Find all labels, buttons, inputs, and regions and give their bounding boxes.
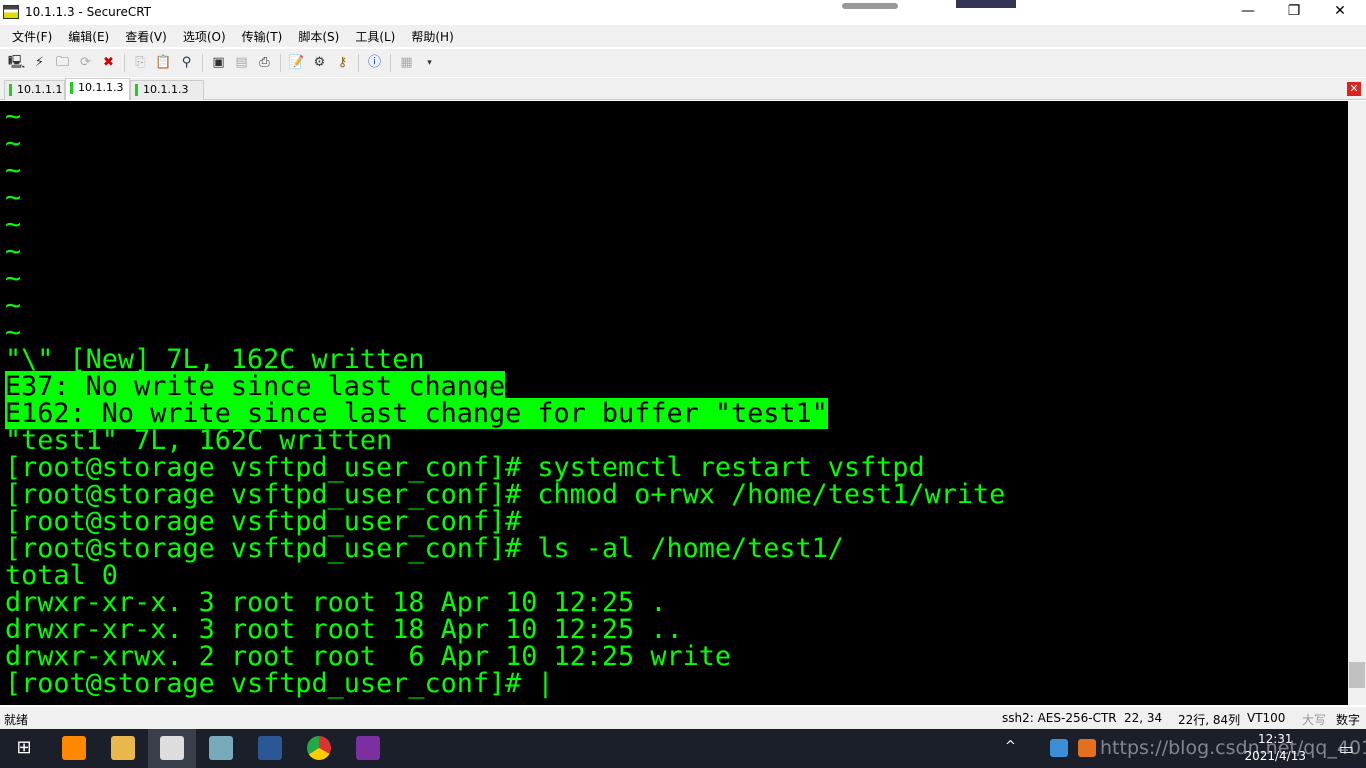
tray-expand-icon[interactable]: ^ xyxy=(1005,739,1016,754)
terminal-line: ~ xyxy=(0,157,1348,184)
separator xyxy=(358,54,359,72)
terminal-line: ~ xyxy=(0,238,1348,265)
terminal-line: [root@storage vsftpd_user_conf]# xyxy=(0,508,1348,535)
terminal-text: [root@storage vsftpd_user_conf]# ls -al … xyxy=(5,533,844,564)
quick-connect-icon[interactable]: ⚡ xyxy=(30,54,50,72)
securecrt-app-icon xyxy=(3,5,19,19)
toolbar: 🖳 ⚡ 🗀 ⟳ ✖ ⎘ 📋 ⚲ ▣ ▤ ⎙ 📝 ⚙ ⚷ ⓘ ▦ ▾ xyxy=(0,49,1366,77)
securecrt-taskbar-icon xyxy=(160,736,184,760)
menu-options[interactable]: 选项(O) xyxy=(175,28,234,45)
close-tab-icon[interactable]: ✕ xyxy=(1347,82,1361,96)
word-icon[interactable] xyxy=(258,736,282,760)
print-icon[interactable]: ⎙ xyxy=(255,54,275,72)
tab-10-1-1-3[interactable]: 10.1.1.3 xyxy=(65,78,130,100)
separator xyxy=(124,54,125,72)
terminal-line: total 0 xyxy=(0,562,1348,589)
scrollbar[interactable] xyxy=(1348,101,1366,705)
tray-java-icon[interactable] xyxy=(1078,739,1096,757)
minimize-button[interactable]: — xyxy=(1225,0,1271,24)
taskbar-app-icon[interactable] xyxy=(62,736,86,760)
scrollbar-thumb[interactable] xyxy=(1349,662,1365,688)
terminal-line: ~ xyxy=(0,103,1348,130)
terminal-line: [root@storage vsftpd_user_conf]# chmod o… xyxy=(0,481,1348,508)
connect-in-tab-icon[interactable]: 🗀 xyxy=(53,54,73,72)
menu-file[interactable]: 文件(F) xyxy=(4,28,60,45)
file-explorer-icon[interactable] xyxy=(111,736,135,760)
window-title: 10.1.1.3 - SecureCRT xyxy=(25,5,152,19)
copy-icon[interactable]: ⎘ xyxy=(131,54,151,72)
tray-app-icon[interactable] xyxy=(1050,739,1068,757)
reconnect-icon[interactable]: ⟳ xyxy=(76,54,96,72)
separator xyxy=(280,54,281,72)
disconnect-icon[interactable]: ✖ xyxy=(99,54,119,72)
terminal-line: ~ xyxy=(0,184,1348,211)
terminal-line: ~ xyxy=(0,319,1348,346)
terminal-line: drwxr-xr-x. 3 root root 18 Apr 10 12:25 … xyxy=(0,616,1348,643)
status-cursor: 22, 34 xyxy=(1124,711,1163,725)
watermark: https://blog.csdn.net/qq_40168505 xyxy=(1100,737,1366,759)
onenote-icon[interactable] xyxy=(356,736,380,760)
key-icon[interactable]: ⚷ xyxy=(333,54,353,72)
terminal-line: ~ xyxy=(0,211,1348,238)
terminal-text: [root@storage vsftpd_user_conf]# | xyxy=(5,668,554,699)
keymap-icon[interactable]: ▦ xyxy=(397,54,417,72)
close-button[interactable]: ✕ xyxy=(1317,0,1363,24)
terminal-line: E162: No write since last change for buf… xyxy=(0,398,1348,429)
terminal-line: E37: No write since last change xyxy=(0,371,1348,402)
tab-10-1-1-1[interactable]: 10.1.1.1 xyxy=(4,80,65,100)
tab-10-1-1-3-1[interactable]: 10.1.1.3 (1) xyxy=(130,80,204,114)
menu-edit[interactable]: 编辑(E) xyxy=(60,28,117,45)
print-selection-icon[interactable]: ▤ xyxy=(232,54,252,72)
status-num: 数字 xyxy=(1336,713,1361,727)
menu-script[interactable]: 脚本(S) xyxy=(290,28,347,45)
menu-view[interactable]: 查看(V) xyxy=(117,28,175,45)
app-taskbar-icon[interactable] xyxy=(209,736,233,760)
maximize-button[interactable]: ❐ xyxy=(1271,0,1317,24)
terminal-line: ~ xyxy=(0,292,1348,319)
terminal-line: "test1" 7L, 162C written xyxy=(0,427,1348,454)
help-icon[interactable]: ⓘ xyxy=(365,54,385,72)
session-tab-bar: 10.1.1.1 10.1.1.3 10.1.1.3 (1) xyxy=(0,78,1366,114)
separator xyxy=(390,54,391,72)
terminal-line: ~ xyxy=(0,265,1348,292)
taskbar-active-securecrt[interactable] xyxy=(148,729,196,768)
terminal-line: [root@storage vsftpd_user_conf]# systemc… xyxy=(0,454,1348,481)
global-options-icon[interactable]: ⚙ xyxy=(310,54,330,72)
terminal-screen[interactable]: ~ ~ ~ ~ ~ ~ ~ ~ ~ "\" [New] 7L, 162C written E37: … xyxy=(0,101,1348,705)
menu-help[interactable]: 帮助(H) xyxy=(403,28,461,45)
terminal-line: [root@storage vsftpd_user_conf]# ls -al … xyxy=(0,535,1348,562)
status-ready: 就绪 xyxy=(4,713,29,727)
connect-icon[interactable]: 🖳 xyxy=(7,54,27,72)
title-bar: 10.1.1.3 - SecureCRT — ❐ ✕ xyxy=(0,0,1366,24)
menu-transfer[interactable]: 传输(T) xyxy=(234,28,291,45)
menu-tools[interactable]: 工具(L) xyxy=(347,28,403,45)
chrome-icon[interactable] xyxy=(307,736,331,760)
session-options-icon[interactable]: 📝 xyxy=(287,54,307,72)
connection-bar xyxy=(956,0,1016,8)
print-screen-icon[interactable]: ▣ xyxy=(209,54,229,72)
start-windows-icon[interactable]: ⊞ xyxy=(12,736,36,760)
terminal-line: "\" [New] 7L, 162C written xyxy=(0,346,1348,373)
terminal-line: drwxr-xr-x. 3 root root 18 Apr 10 12:25 … xyxy=(0,589,1348,616)
terminal-line: ~ xyxy=(0,130,1348,157)
status-emulation: VT100 xyxy=(1247,711,1286,725)
status-caps: 大写 xyxy=(1302,713,1327,727)
toolbar-overflow-icon[interactable]: ▾ xyxy=(420,54,440,72)
menu-bar: 文件(F) 编辑(E) 查看(V) 选项(O) 传输(T) 脚本(S) 工具(L… xyxy=(0,25,1366,47)
paste-icon[interactable]: 📋 xyxy=(154,54,174,72)
terminal-line: drwxr-xrwx. 2 root root 6 Apr 10 12:25 w… xyxy=(0,643,1348,670)
status-cipher: ssh2: AES-256-CTR xyxy=(1002,711,1117,725)
separator xyxy=(202,54,203,72)
status-bar: 就绪 ssh2: AES-256-CTR 22, 34 22行, 84列 VT1… xyxy=(0,707,1366,729)
status-size: 22行, 84列 xyxy=(1178,713,1241,727)
drag-handle[interactable] xyxy=(842,3,898,9)
find-icon[interactable]: ⚲ xyxy=(177,54,197,72)
terminal-line: [root@storage vsftpd_user_conf]# | xyxy=(0,670,1348,697)
